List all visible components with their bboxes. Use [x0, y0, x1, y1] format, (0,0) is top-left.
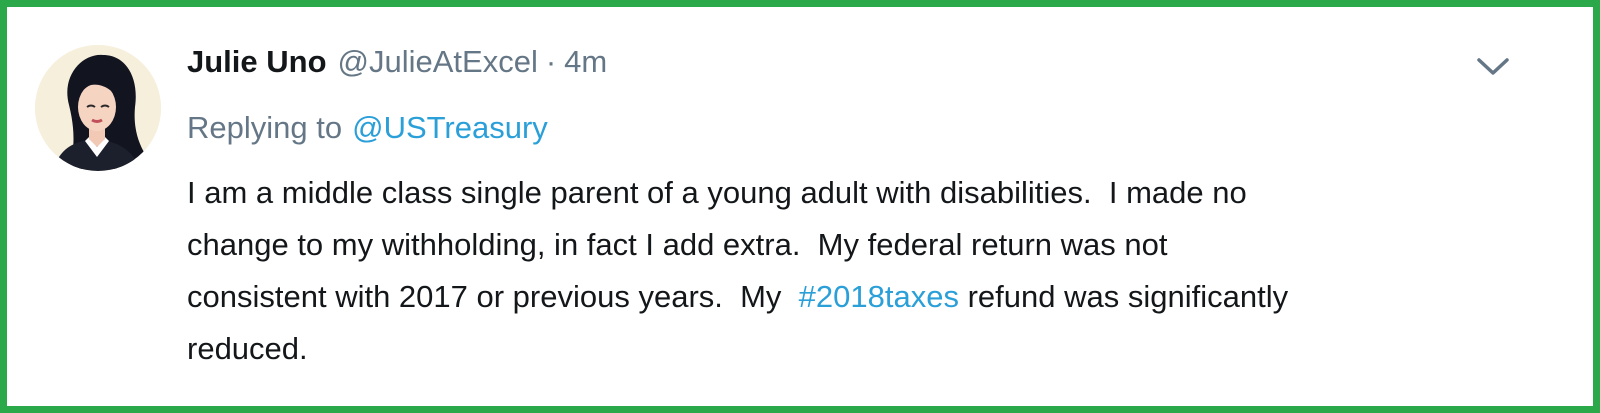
- hashtag-link[interactable]: #2018taxes: [799, 279, 959, 314]
- author-handle[interactable]: @JulieAtExcel: [338, 44, 538, 80]
- chevron-down-glyph: [1477, 58, 1509, 75]
- avatar[interactable]: [35, 45, 161, 171]
- chevron-down-icon[interactable]: [1473, 51, 1513, 81]
- tweet-text-line-3-start: consistent with 2017 or previous years. …: [187, 279, 799, 314]
- author-name[interactable]: Julie Uno: [187, 44, 327, 80]
- tweet-text-line-4: reduced.: [187, 331, 308, 366]
- tweet-text-line-3: consistent with 2017 or previous years. …: [187, 271, 1557, 323]
- timestamp[interactable]: 4m: [564, 44, 607, 80]
- tweet-text-line-2: change to my withholding, in fact I add …: [187, 227, 1168, 262]
- avatar-illustration: [35, 45, 161, 171]
- tweet-header: Julie Uno @JulieAtExcel · 4m: [187, 39, 607, 85]
- reply-to-link[interactable]: @USTreasury: [352, 110, 548, 146]
- separator-dot: ·: [545, 44, 557, 79]
- tweet-text-line-3-end: refund was significantly: [958, 279, 1289, 314]
- reply-context: Replying to @USTreasury: [187, 107, 548, 149]
- tweet-card: Julie Uno @JulieAtExcel · 4m Replying to…: [0, 0, 1600, 413]
- reply-prefix: Replying to: [187, 110, 343, 145]
- tweet-text-line-1: I am a middle class single parent of a y…: [187, 175, 1247, 210]
- tweet-text: I am a middle class single parent of a y…: [187, 167, 1557, 375]
